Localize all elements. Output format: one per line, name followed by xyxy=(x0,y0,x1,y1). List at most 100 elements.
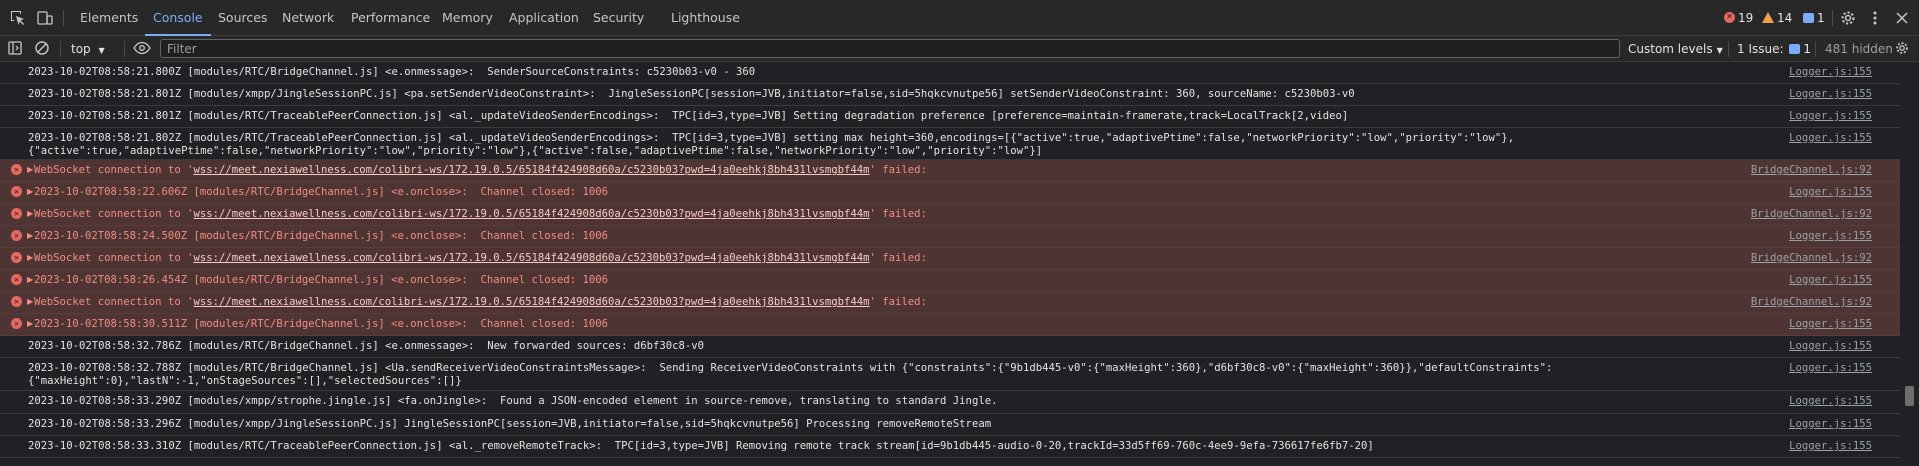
hidden-messages-count: 481 hidden xyxy=(1825,42,1893,56)
error-icon xyxy=(1724,10,1735,24)
source-link[interactable]: Logger.js:155 xyxy=(1789,66,1872,79)
dropdown-arrow-icon: ▼ xyxy=(98,46,105,55)
log-text: 2023-10-02T08:58:32.788Z [modules/RTC/Br… xyxy=(28,362,1553,374)
issue-icon xyxy=(1789,44,1801,54)
source-link[interactable]: Logger.js:155 xyxy=(1789,88,1872,101)
error-icon xyxy=(11,229,22,242)
error-icon xyxy=(11,185,22,198)
error-text: 2023-10-02T08:58:22.606Z [modules/RTC/Br… xyxy=(34,186,609,198)
error-message[interactable]: ▶ WebSocket connection to 'wss://meet.ne… xyxy=(0,204,1900,226)
console-scrollbar[interactable] xyxy=(1900,62,1919,466)
toolbar-divider xyxy=(60,41,61,57)
message-icon xyxy=(1803,13,1814,23)
sidebar-toggle-icon[interactable] xyxy=(7,40,25,58)
console-messages: 2023-10-02T08:58:21.800Z [modules/RTC/Br… xyxy=(0,62,1900,466)
close-devtools-icon[interactable] xyxy=(1893,9,1911,27)
source-link[interactable]: Logger.js:155 xyxy=(1789,132,1872,145)
context-selector[interactable]: top ▼ xyxy=(71,41,105,57)
inspect-element-icon[interactable] xyxy=(9,9,27,27)
live-expression-eye-icon[interactable] xyxy=(133,40,151,58)
console-toolbar: top ▼ Custom levels▼ 1 Issue: 1 481 hidd… xyxy=(0,36,1919,62)
websocket-url-link[interactable]: wss://meet.nexiawellness.com/colibri-ws/… xyxy=(193,164,869,176)
log-text: 2023-10-02T08:58:21.800Z [modules/RTC/Br… xyxy=(28,66,756,78)
tab-lighthouse[interactable]: Lighthouse xyxy=(671,0,740,36)
clear-console-icon[interactable] xyxy=(34,40,52,58)
error-text: 2023-10-02T08:58:24.500Z [modules/RTC/Br… xyxy=(34,230,609,242)
log-message: 2023-10-02T08:58:32.788Z [modules/RTC/Br… xyxy=(0,358,1900,391)
expand-triangle-icon[interactable]: ▶ xyxy=(27,295,33,308)
source-link[interactable]: Logger.js:155 xyxy=(1789,395,1872,408)
source-link[interactable]: Logger.js:155 xyxy=(1789,362,1872,375)
source-link[interactable]: Logger.js:155 xyxy=(1789,418,1872,431)
log-text: 2023-10-02T08:58:33.296Z [modules/xmpp/J… xyxy=(28,418,992,430)
source-link[interactable]: Logger.js:155 xyxy=(1789,274,1872,287)
source-link[interactable]: BridgeChannel.js:92 xyxy=(1751,208,1872,221)
log-message: 2023-10-02T08:58:21.802Z [modules/RTC/Tr… xyxy=(0,128,1900,160)
scrollbar-thumb[interactable] xyxy=(1905,386,1914,406)
source-link[interactable]: BridgeChannel.js:92 xyxy=(1751,296,1872,309)
device-toolbar-icon[interactable] xyxy=(36,9,54,27)
log-text-continued: {"active":true,"adaptivePtime":false,"ne… xyxy=(28,145,1043,157)
log-text: 2023-10-02T08:58:33.290Z [modules/xmpp/s… xyxy=(28,395,998,407)
websocket-url-link[interactable]: wss://meet.nexiawellness.com/colibri-ws/… xyxy=(193,296,869,308)
log-text: 2023-10-02T08:58:21.801Z [modules/xmpp/J… xyxy=(28,88,1355,100)
issues-count: 1 xyxy=(1803,42,1811,56)
devtools-tabbar: Elements Console Sources Network Perform… xyxy=(0,0,1919,36)
expand-triangle-icon[interactable]: ▶ xyxy=(27,207,33,220)
log-message: 2023-10-02T08:58:33.296Z [modules/xmpp/J… xyxy=(0,414,1900,436)
source-link[interactable]: Logger.js:155 xyxy=(1789,440,1872,453)
tab-console[interactable]: Console xyxy=(145,0,211,36)
error-count: 19 xyxy=(1738,11,1754,25)
settings-gear-icon[interactable] xyxy=(1839,9,1857,27)
log-levels-label: Custom levels xyxy=(1628,42,1713,56)
expand-triangle-icon[interactable]: ▶ xyxy=(27,185,33,198)
expand-triangle-icon[interactable]: ▶ xyxy=(27,251,33,264)
log-text-continued: {"maxHeight":0},"lastN":-1,"onStageSourc… xyxy=(28,375,462,387)
tab-memory[interactable]: Memory xyxy=(442,0,493,36)
tab-security[interactable]: Security xyxy=(593,0,644,36)
expand-triangle-icon[interactable]: ▶ xyxy=(27,317,33,330)
error-icon xyxy=(11,295,22,308)
more-options-icon[interactable] xyxy=(1866,9,1884,27)
tab-elements[interactable]: Elements xyxy=(80,0,138,36)
filter-input[interactable] xyxy=(161,40,1619,57)
expand-triangle-icon[interactable]: ▶ xyxy=(27,273,33,286)
issues-link[interactable]: 1 Issue: 1 xyxy=(1737,41,1811,57)
error-message[interactable]: ▶ 2023-10-02T08:58:24.500Z [modules/RTC/… xyxy=(0,226,1900,248)
source-link[interactable]: BridgeChannel.js:92 xyxy=(1751,252,1872,265)
tab-application[interactable]: Application xyxy=(509,0,579,36)
error-message[interactable]: ▶ 2023-10-02T08:58:30.511Z [modules/RTC/… xyxy=(0,314,1900,336)
error-icon xyxy=(11,273,22,286)
source-link[interactable]: Logger.js:155 xyxy=(1789,230,1872,243)
console-settings-gear-icon[interactable] xyxy=(1894,40,1912,58)
error-message[interactable]: ▶ WebSocket connection to 'wss://meet.ne… xyxy=(0,160,1900,182)
log-levels-dropdown[interactable]: Custom levels ▼ xyxy=(1628,41,1723,57)
error-message[interactable]: ▶ 2023-10-02T08:58:22.606Z [modules/RTC/… xyxy=(0,182,1900,204)
websocket-url-link[interactable]: wss://meet.nexiawellness.com/colibri-ws/… xyxy=(193,208,869,220)
source-link[interactable]: BridgeChannel.js:92 xyxy=(1751,164,1872,177)
source-link[interactable]: Logger.js:155 xyxy=(1789,186,1872,199)
log-text: 2023-10-02T08:58:33.310Z [modules/RTC/Tr… xyxy=(28,440,1374,452)
error-count-badge[interactable]: 19 xyxy=(1724,10,1753,26)
issues-label: 1 Issue: xyxy=(1737,42,1784,56)
error-message[interactable]: ▶ WebSocket connection to 'wss://meet.ne… xyxy=(0,248,1900,270)
error-icon xyxy=(11,317,22,330)
log-message: 2023-10-02T08:58:33.290Z [modules/xmpp/s… xyxy=(0,391,1900,414)
tab-network[interactable]: Network xyxy=(282,0,334,36)
tab-performance[interactable]: Performance xyxy=(351,0,430,36)
warning-count-badge[interactable]: 14 xyxy=(1762,10,1792,26)
expand-triangle-icon[interactable]: ▶ xyxy=(27,229,33,242)
dropdown-arrow-icon: ▼ xyxy=(1716,46,1723,55)
error-text: WebSocket connection to 'wss://meet.nexi… xyxy=(34,164,927,176)
expand-triangle-icon[interactable]: ▶ xyxy=(27,163,33,176)
source-link[interactable]: Logger.js:155 xyxy=(1789,340,1872,353)
message-count-badge[interactable]: 1 xyxy=(1803,10,1825,26)
error-message[interactable]: ▶ 2023-10-02T08:58:26.454Z [modules/RTC/… xyxy=(0,270,1900,292)
source-link[interactable]: Logger.js:155 xyxy=(1789,318,1872,331)
error-message[interactable]: ▶ WebSocket connection to 'wss://meet.ne… xyxy=(0,292,1900,314)
websocket-url-link[interactable]: wss://meet.nexiawellness.com/colibri-ws/… xyxy=(193,252,869,264)
error-text: 2023-10-02T08:58:26.454Z [modules/RTC/Br… xyxy=(34,274,609,286)
context-label: top xyxy=(71,42,91,56)
source-link[interactable]: Logger.js:155 xyxy=(1789,110,1872,123)
tab-sources[interactable]: Sources xyxy=(218,0,267,36)
